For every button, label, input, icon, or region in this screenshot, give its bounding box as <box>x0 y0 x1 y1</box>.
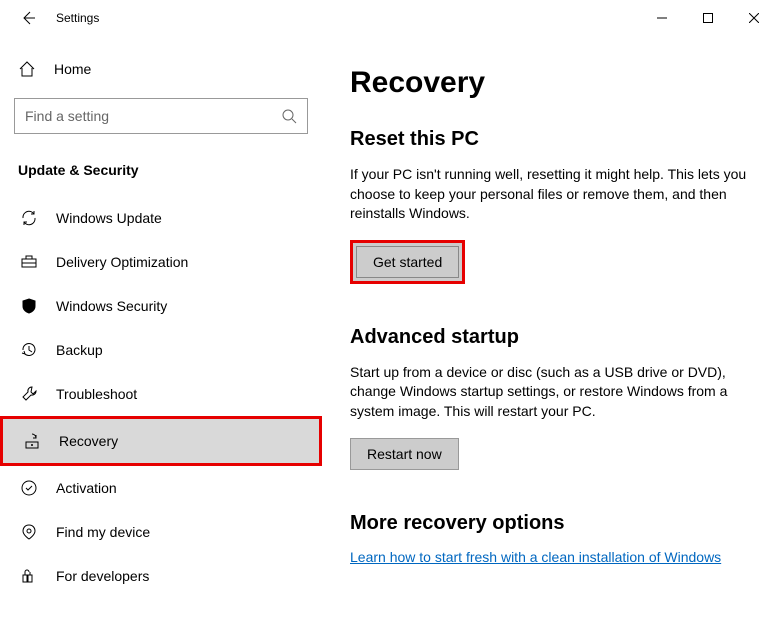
window-title: Settings <box>56 11 99 25</box>
advanced-section: Advanced startup Start up from a device … <box>350 326 749 470</box>
sidebar-item-delivery-optimization[interactable]: Delivery Optimization <box>0 240 322 284</box>
titlebar: Settings <box>0 0 777 36</box>
advanced-title: Advanced startup <box>350 326 749 349</box>
sidebar-item-recovery[interactable]: Recovery <box>3 419 319 463</box>
backup-icon <box>20 341 38 359</box>
developers-icon <box>20 567 38 585</box>
sidebar-item-for-developers[interactable]: For developers <box>0 554 322 598</box>
highlight-get-started: Get started <box>350 240 465 284</box>
sidebar-item-troubleshoot[interactable]: Troubleshoot <box>0 372 322 416</box>
home-icon <box>18 60 36 78</box>
sidebar-item-label: Windows Security <box>56 298 167 314</box>
search-input[interactable] <box>25 108 281 124</box>
page-title: Recovery <box>350 66 749 100</box>
delivery-icon <box>20 253 38 271</box>
sidebar-item-backup[interactable]: Backup <box>0 328 322 372</box>
sidebar-item-activation[interactable]: Activation <box>0 466 322 510</box>
search-icon <box>281 108 297 124</box>
highlight-recovery: Recovery <box>0 416 322 466</box>
maximize-button[interactable] <box>685 2 731 34</box>
sidebar-item-label: Backup <box>56 342 103 358</box>
section-title: Update & Security <box>0 152 322 196</box>
sidebar-item-label: For developers <box>56 568 149 584</box>
sidebar-item-label: Delivery Optimization <box>56 254 188 270</box>
clean-install-link[interactable]: Learn how to start fresh with a clean in… <box>350 549 721 565</box>
restart-now-button[interactable]: Restart now <box>350 438 459 470</box>
sidebar-item-label: Windows Update <box>56 210 162 226</box>
sidebar-item-label: Activation <box>56 480 117 496</box>
sidebar-item-find-my-device[interactable]: Find my device <box>0 510 322 554</box>
home-label: Home <box>54 61 91 77</box>
reset-section: Reset this PC If your PC isn't running w… <box>350 128 749 284</box>
home-nav[interactable]: Home <box>0 50 322 88</box>
get-started-button[interactable]: Get started <box>356 246 459 278</box>
reset-title: Reset this PC <box>350 128 749 151</box>
sidebar-item-label: Recovery <box>59 433 118 449</box>
shield-icon <box>20 297 38 315</box>
search-box[interactable] <box>14 98 308 134</box>
sidebar-item-label: Troubleshoot <box>56 386 137 402</box>
more-title: More recovery options <box>350 512 749 535</box>
sidebar-item-windows-update[interactable]: Windows Update <box>0 196 322 240</box>
check-circle-icon <box>20 479 38 497</box>
sync-icon <box>20 209 38 227</box>
sidebar-item-label: Find my device <box>56 524 150 540</box>
sidebar: Home Update & Security Windows Update <box>0 36 322 634</box>
recovery-icon <box>23 432 41 450</box>
back-button[interactable] <box>16 10 40 26</box>
close-button[interactable] <box>731 2 777 34</box>
main-content: Recovery Reset this PC If your PC isn't … <box>322 36 777 634</box>
more-section: More recovery options Learn how to start… <box>350 512 749 591</box>
minimize-button[interactable] <box>639 2 685 34</box>
wrench-icon <box>20 385 38 403</box>
reset-description: If your PC isn't running well, resetting… <box>350 165 749 224</box>
sidebar-item-windows-security[interactable]: Windows Security <box>0 284 322 328</box>
location-icon <box>20 523 38 541</box>
advanced-description: Start up from a device or disc (such as … <box>350 363 749 422</box>
